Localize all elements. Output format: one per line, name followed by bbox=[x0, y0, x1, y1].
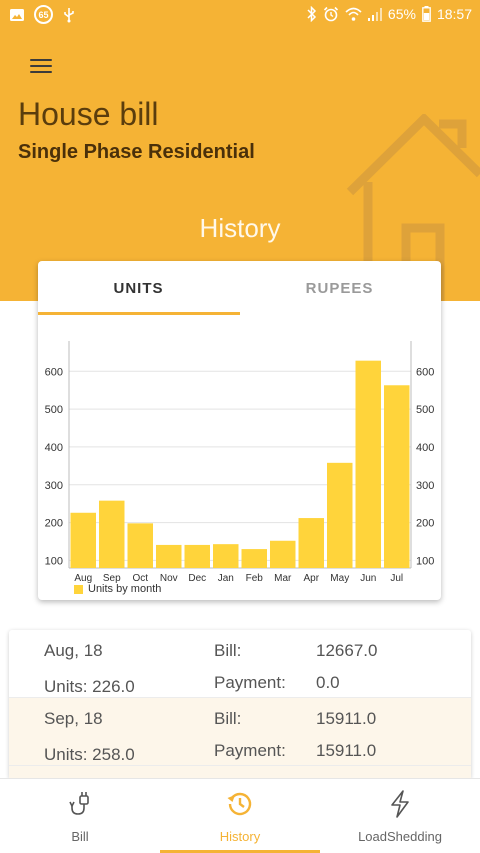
y-tick-label-left: 100 bbox=[45, 555, 63, 567]
bar bbox=[241, 549, 267, 568]
bar bbox=[99, 500, 125, 568]
bar bbox=[156, 544, 182, 568]
bar bbox=[355, 360, 381, 568]
x-tick-label: Dec bbox=[188, 573, 206, 584]
y-tick-label-right: 500 bbox=[416, 404, 434, 416]
plug-icon bbox=[69, 792, 89, 815]
record-month: Aug, 18 bbox=[44, 641, 103, 660]
x-tick-label: Mar bbox=[274, 573, 292, 584]
payment-label: Payment: bbox=[214, 741, 286, 760]
record-month: Sep, 18 bbox=[44, 709, 103, 728]
page-subtitle: Single Phase Residential bbox=[18, 141, 255, 163]
bar bbox=[213, 544, 239, 568]
history-list[interactable]: Aug, 18 Units: 226.0 Bill: 12667.0 Payme… bbox=[9, 630, 471, 778]
y-tick-label-left: 500 bbox=[45, 404, 63, 416]
nav-bill[interactable]: Bill bbox=[0, 779, 160, 853]
menu-icon[interactable] bbox=[30, 59, 52, 77]
bill-label: Bill: bbox=[214, 709, 242, 728]
y-tick-label-left: 200 bbox=[45, 518, 63, 530]
status-bar: 65 65% 18:57 bbox=[0, 0, 480, 30]
battery-icon bbox=[422, 6, 431, 22]
record-bill: 12667.0 bbox=[316, 641, 378, 660]
tab-indicator bbox=[38, 312, 240, 315]
bar bbox=[298, 518, 324, 568]
record-units: Units: 258.0 bbox=[44, 745, 135, 764]
y-tick-label-left: 600 bbox=[45, 366, 63, 378]
bluetooth-icon bbox=[307, 6, 316, 22]
alarm-icon bbox=[323, 6, 338, 22]
legend-swatch bbox=[74, 584, 83, 594]
usb-icon bbox=[64, 7, 74, 22]
x-tick-label: May bbox=[330, 573, 349, 584]
payment-label: Payment: bbox=[214, 673, 286, 692]
x-tick-label: Jan bbox=[218, 573, 234, 584]
x-tick-label: Feb bbox=[246, 573, 264, 584]
nav-history[interactable]: History bbox=[160, 779, 320, 853]
bar bbox=[127, 523, 153, 568]
list-item[interactable] bbox=[9, 766, 471, 778]
y-tick-label-right: 400 bbox=[416, 442, 434, 454]
chart-legend: Units by month bbox=[74, 583, 161, 595]
bar bbox=[184, 544, 210, 568]
signal-icon bbox=[367, 7, 382, 21]
tab-units[interactable]: UNITS bbox=[38, 261, 239, 315]
nav-bill-label: Bill bbox=[71, 829, 89, 844]
section-heading: History bbox=[199, 213, 281, 243]
y-tick-label-left: 400 bbox=[45, 442, 63, 454]
tab-rupees[interactable]: RUPEES bbox=[239, 261, 440, 315]
record-bill: 15911.0 bbox=[316, 709, 377, 728]
chart-card: UNITS RUPEES 100 100 200 200 300 300 400 400 500… bbox=[38, 261, 441, 600]
bill-label: Bill: bbox=[214, 641, 242, 660]
y-tick-label-right: 300 bbox=[416, 480, 434, 492]
list-item[interactable]: Sep, 18 Units: 258.0 Bill: 15911.0 Payme… bbox=[9, 698, 471, 766]
nav-history-label: History bbox=[219, 829, 261, 844]
notification-badge: 65 bbox=[38, 9, 49, 20]
x-tick-label: Apr bbox=[303, 573, 319, 584]
bar bbox=[70, 512, 96, 568]
page-title: House bill bbox=[18, 96, 159, 132]
bar bbox=[327, 462, 353, 568]
bar bbox=[270, 540, 296, 568]
app-notification-icon: 65 bbox=[34, 5, 53, 24]
record-payment: 0.0 bbox=[316, 673, 340, 692]
record-units: Units: 226.0 bbox=[44, 677, 135, 696]
x-tick-label: Jun bbox=[360, 573, 376, 584]
nav-loadshedding-label: LoadShedding bbox=[358, 829, 442, 844]
x-tick-label: Nov bbox=[160, 573, 178, 584]
nav-loadshedding[interactable]: LoadShedding bbox=[320, 779, 480, 853]
x-tick-label: Jul bbox=[390, 573, 403, 584]
lightning-icon bbox=[391, 790, 409, 818]
y-tick-label-left: 300 bbox=[45, 480, 63, 492]
units-bar-chart: 100 100200 200300 300400 400500 500600 600Aug S… bbox=[45, 341, 434, 584]
wifi-icon bbox=[345, 7, 362, 21]
y-tick-label-right: 100 bbox=[416, 555, 434, 567]
y-tick-label-right: 200 bbox=[416, 518, 434, 530]
chart-tabs: UNITS RUPEES bbox=[38, 261, 441, 315]
record-payment: 15911.0 bbox=[316, 741, 377, 760]
history-icon bbox=[227, 792, 252, 816]
clock: 18:57 bbox=[436, 6, 472, 22]
image-notification-icon bbox=[10, 8, 24, 21]
y-tick-label-right: 600 bbox=[416, 366, 434, 378]
list-item[interactable]: Aug, 18 Units: 226.0 Bill: 12667.0 Payme… bbox=[9, 630, 471, 698]
bottom-navigation: Bill History LoadShedding bbox=[0, 778, 480, 853]
legend-label: Units by month bbox=[88, 583, 162, 595]
battery-percent: 65% bbox=[387, 6, 416, 22]
bar bbox=[384, 385, 410, 568]
